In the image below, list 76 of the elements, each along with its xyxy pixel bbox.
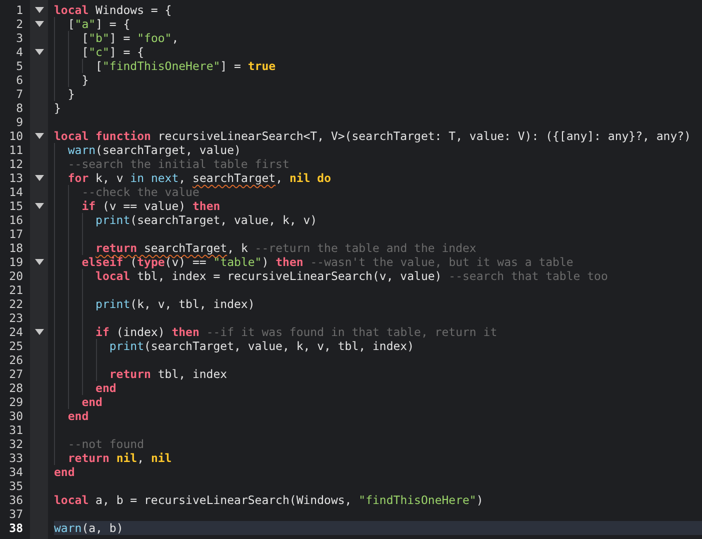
caret-down-icon[interactable] <box>34 49 44 55</box>
code-line: } <box>54 101 61 115</box>
line-number: 20 <box>8 269 24 283</box>
code-line: --search the initial table first <box>68 157 290 171</box>
line-number: 7 <box>15 87 24 101</box>
line-number: 26 <box>8 353 24 367</box>
line-number: 28 <box>8 381 24 395</box>
code-line: } <box>82 73 89 87</box>
code-line: print(k, v, tbl, index) <box>96 297 255 311</box>
code-line: return searchTarget, k --return the table and the index <box>96 241 476 255</box>
line-number: 21 <box>8 283 24 297</box>
line-number: 19 <box>8 255 24 269</box>
caret-down-icon[interactable] <box>34 175 44 181</box>
code-line: warn(searchTarget, value) <box>68 143 241 157</box>
line-number: 9 <box>15 115 24 129</box>
code-line: local function recursiveLinearSearch<T, V>(searchTarget: T, value: V): ({[any]: any}?, any?) <box>54 129 691 143</box>
caret-down-icon[interactable] <box>34 203 44 209</box>
code-line: if (index) then --if it was found in that table, return it <box>96 325 498 339</box>
code-line: ["a"] = { <box>68 17 130 31</box>
line-number: 1 <box>15 3 24 17</box>
line-number: 30 <box>8 409 24 423</box>
line-number: 38 <box>8 521 24 535</box>
line-number: 29 <box>8 395 24 409</box>
line-number: 6 <box>15 73 24 87</box>
line-number: 37 <box>8 507 24 521</box>
line-number: 22 <box>8 297 24 311</box>
line-number: 18 <box>8 241 24 255</box>
code-line: local tbl, index = recursiveLinearSearch(v, value) --search that table too <box>96 269 608 283</box>
code-line: ["findThisOneHere"] = true <box>96 59 276 73</box>
code-line: elseif (type(v) == "table") then --wasn't the value, but it was a table <box>82 255 574 269</box>
code-line: end <box>68 409 89 423</box>
code-line: local Windows = { <box>54 3 172 17</box>
line-number: 23 <box>8 311 24 325</box>
caret-down-icon[interactable] <box>34 259 44 265</box>
line-number: 36 <box>8 493 24 507</box>
line-number: 5 <box>15 59 24 73</box>
line-number: 11 <box>8 143 24 157</box>
caret-down-icon[interactable] <box>34 329 44 335</box>
code-line: } <box>68 87 75 101</box>
code-line: end <box>96 381 116 395</box>
code-line: warn(a, b) <box>54 521 124 535</box>
line-number: 25 <box>8 339 24 353</box>
code-line: end <box>82 395 102 409</box>
code-line: return nil, nil <box>68 451 172 465</box>
line-number: 31 <box>8 423 24 437</box>
code-line: local a, b = recursiveLinearSearch(Windows, "findThisOneHere") <box>54 493 484 507</box>
line-number: 33 <box>8 451 24 465</box>
line-number: 10 <box>8 129 24 143</box>
code-line: --check the value <box>82 185 200 199</box>
line-number: 12 <box>8 157 24 171</box>
code-line: end <box>54 465 75 479</box>
line-number: 34 <box>8 465 24 479</box>
code-line: ["b"] = "foo", <box>82 31 179 45</box>
line-number: 17 <box>8 227 24 241</box>
line-number: 16 <box>8 213 24 227</box>
line-number: 4 <box>15 45 24 59</box>
line-number: 32 <box>8 437 24 451</box>
code-line: return tbl, index <box>109 367 228 381</box>
line-number: 27 <box>8 367 24 381</box>
line-number: 3 <box>15 31 24 45</box>
caret-down-icon[interactable] <box>34 7 44 13</box>
code-line: ["c"] = { <box>82 45 144 59</box>
line-number: 35 <box>8 479 24 493</box>
code-line: for k, v in next, searchTarget, nil do <box>68 171 332 185</box>
caret-down-icon[interactable] <box>34 133 44 139</box>
line-number: 8 <box>15 101 24 115</box>
code-line: if (v == value) then <box>82 199 220 213</box>
line-number: 14 <box>8 185 24 199</box>
caret-down-icon[interactable] <box>34 21 44 27</box>
line-number: 2 <box>15 17 24 31</box>
code-line: print(searchTarget, value, k, v) <box>96 213 318 227</box>
code-line: --not found <box>68 437 144 451</box>
line-number: 13 <box>8 171 24 185</box>
code-line: print(searchTarget, value, k, v, tbl, index) <box>109 339 414 353</box>
line-number: 15 <box>8 199 24 213</box>
line-number: 24 <box>8 325 24 339</box>
